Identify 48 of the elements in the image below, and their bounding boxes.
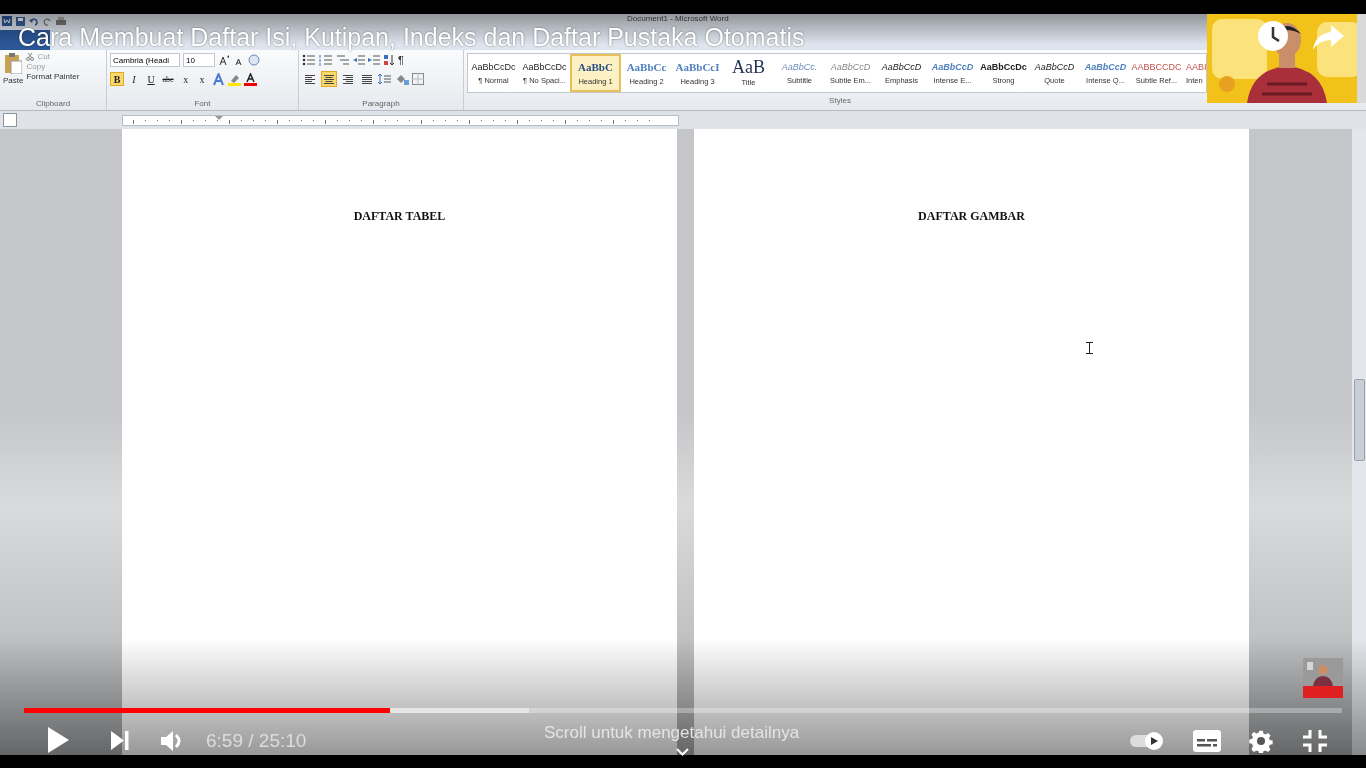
font-color-icon[interactable] [244, 72, 257, 86]
group-label: Font [193, 99, 212, 110]
text-cursor-icon [1086, 342, 1093, 354]
text-effect-icon[interactable] [212, 72, 225, 86]
italic-button[interactable]: I [127, 72, 141, 86]
group-label: Paragraph [361, 99, 401, 110]
scissors-icon [26, 52, 35, 61]
line-spacing-icon[interactable] [378, 73, 392, 85]
sort-icon[interactable] [383, 54, 395, 66]
page-heading: DAFTAR GAMBAR [918, 209, 1025, 223]
exit-fullscreen-icon[interactable] [1303, 730, 1327, 752]
underline-button[interactable]: U [144, 72, 158, 86]
align-center-button[interactable] [321, 71, 337, 87]
time-display: 6:59 / 25:10 [206, 730, 307, 752]
strikethrough-button[interactable]: abc [161, 72, 175, 86]
progress-bar[interactable] [24, 708, 1342, 713]
multilevel-list-icon[interactable] [336, 54, 350, 66]
borders-icon[interactable] [412, 73, 424, 85]
bold-button[interactable]: B [110, 72, 124, 86]
next-button[interactable] [110, 730, 130, 751]
word-logo-icon[interactable] [2, 16, 12, 26]
chevron-down-icon[interactable] [676, 748, 689, 756]
scrollbar[interactable] [1352, 129, 1366, 755]
tab-selector-button[interactable] [3, 113, 17, 127]
decrease-indent-icon[interactable] [353, 54, 365, 66]
autoplay-toggle[interactable] [1129, 731, 1165, 751]
shading-icon[interactable] [395, 73, 409, 85]
group-label: Styles [828, 96, 852, 107]
clock-icon[interactable] [1257, 20, 1289, 52]
clipboard-icon [4, 52, 23, 74]
paste-button[interactable]: Paste [3, 52, 24, 99]
scroll-hint: Scroll untuk mengetahui detailnya [544, 723, 800, 743]
group-label: Clipboard [34, 99, 72, 110]
settings-icon[interactable] [1249, 729, 1273, 753]
window-title: Document1 - Microsoft Word [627, 14, 729, 23]
font-size-field[interactable]: 10 [183, 53, 215, 67]
grow-font-icon[interactable] [218, 54, 230, 66]
save-icon[interactable] [16, 16, 25, 26]
play-button[interactable] [46, 726, 70, 754]
format-painter-button[interactable]: Format Painter [26, 72, 80, 81]
increase-indent-icon[interactable] [368, 54, 380, 66]
bullets-icon[interactable] [302, 54, 316, 66]
superscript-button[interactable]: x [195, 72, 209, 86]
page-heading: DAFTAR TABEL [353, 209, 446, 223]
subtitles-button[interactable] [1193, 730, 1221, 752]
font-name-field[interactable]: Cambria (Headi [110, 53, 180, 67]
show-formatting-button[interactable]: ¶ [398, 54, 404, 66]
subscript-button[interactable]: x [178, 72, 192, 86]
